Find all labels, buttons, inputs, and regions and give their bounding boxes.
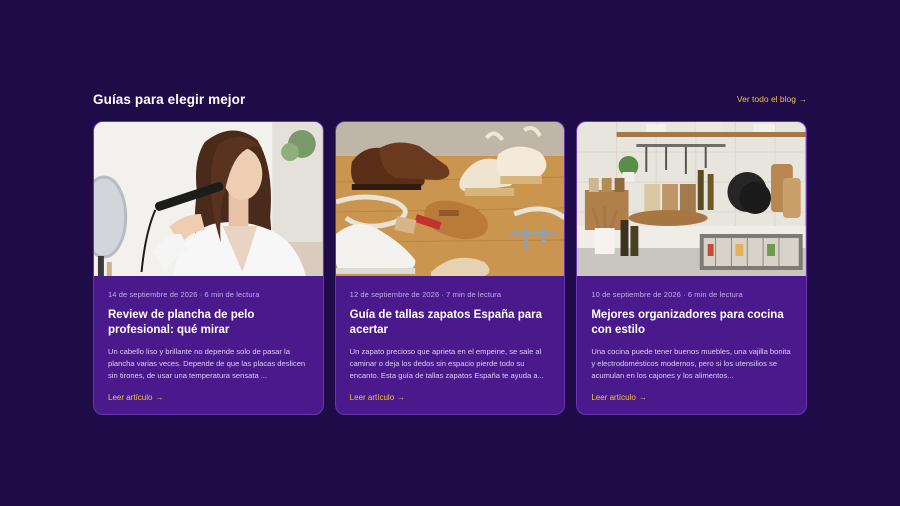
section-header: Guías para elegir mejor Ver todo el blog… <box>93 88 807 110</box>
article-image-kitchen[interactable] <box>577 122 807 276</box>
read-article-link[interactable]: Leer artículo → <box>591 393 792 402</box>
article-excerpt: Un zapato precioso que aprieta en el emp… <box>349 347 544 381</box>
article-excerpt: Un cabello liso y brillante no depende s… <box>108 347 306 381</box>
article-cards: 14 de septiembre de 2026 · 6 min de lect… <box>93 121 808 415</box>
section-title: Guías para elegir mejor <box>93 91 246 107</box>
view-all-blog-link[interactable]: Ver todo el blog → <box>737 94 807 104</box>
arrow-right-icon: → <box>397 393 406 402</box>
arrow-right-icon: → <box>155 393 164 402</box>
read-article-link[interactable]: Leer artículo → <box>108 393 309 402</box>
article-meta: 14 de septiembre de 2026 · 6 min de lect… <box>108 290 260 299</box>
read-article-label: Leer artículo <box>591 393 636 402</box>
read-article-label: Leer artículo <box>349 393 395 402</box>
article-title[interactable]: Review de plancha de pelo profesional: q… <box>108 308 309 338</box>
read-article-link[interactable]: Leer artículo → <box>350 393 551 402</box>
guides-section: Guías para elegir mejor Ver todo el blog… <box>93 88 808 415</box>
article-excerpt: Una cocina puede tener buenos muebles, u… <box>591 347 791 381</box>
article-title[interactable]: Guía de tallas zapatos España para acert… <box>350 308 551 338</box>
article-card[interactable]: 12 de septiembre de 2026 · 7 min de lect… <box>334 121 566 415</box>
article-card[interactable]: 14 de septiembre de 2026 · 6 min de lect… <box>93 121 324 415</box>
view-all-label: Ver todo el blog <box>736 94 796 104</box>
article-image-shoes[interactable] <box>335 122 565 276</box>
arrow-right-icon: → <box>638 393 647 402</box>
article-meta: 10 de septiembre de 2026 · 6 min de lect… <box>591 290 743 299</box>
arrow-right-icon: → <box>799 94 807 104</box>
article-card[interactable]: 10 de septiembre de 2026 · 6 min de lect… <box>576 121 808 415</box>
article-meta: 12 de septiembre de 2026 · 7 min de lect… <box>349 290 502 299</box>
article-image-hair-straightener[interactable] <box>94 122 323 276</box>
article-title[interactable]: Mejores organizadores para cocina con es… <box>591 308 792 338</box>
read-article-label: Leer artículo <box>108 393 153 402</box>
